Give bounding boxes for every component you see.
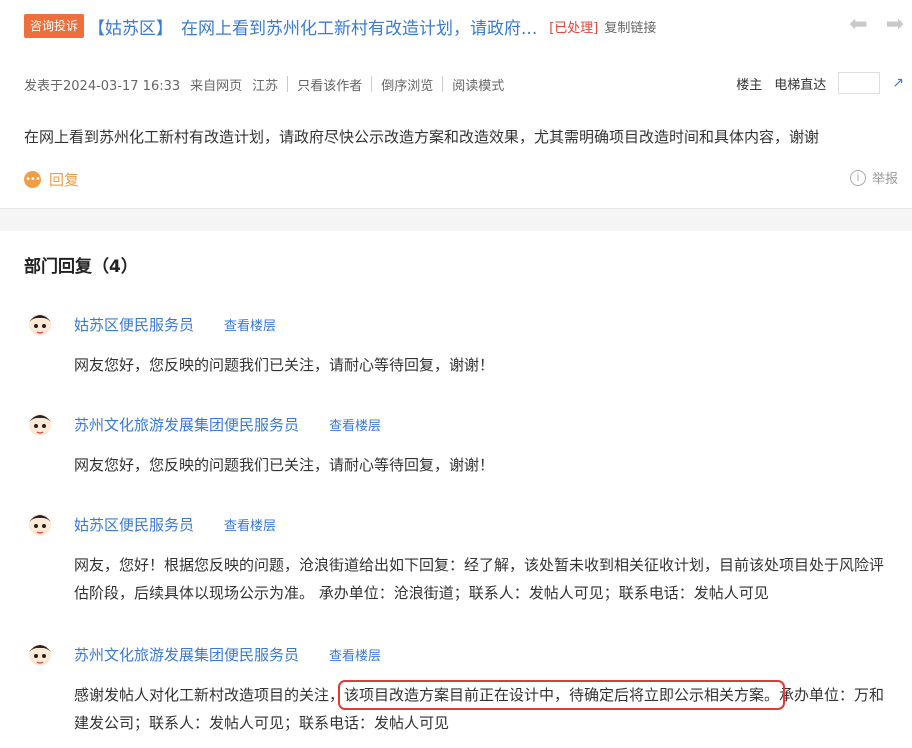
report-button[interactable]: i 举报 bbox=[849, 168, 898, 187]
avatar bbox=[24, 308, 56, 340]
thread-title-row: 咨询投诉 【姑苏区】 在网上看到苏州化工新村有改造计划，请政府... [已处理]… bbox=[24, 10, 904, 42]
post-time: 发表于2024-03-17 16:33 bbox=[24, 78, 181, 94]
post-actions: ••• 回复 i 举报 bbox=[24, 166, 904, 192]
post-source: 来自网页 bbox=[190, 78, 243, 94]
district-label[interactable]: 【姑苏区】 bbox=[88, 14, 173, 39]
dept-reply: 姑苏区便民服务员 查看楼层 网友您好，您反映的问题我们已关注，请耐心等待回复，谢… bbox=[24, 308, 894, 379]
view-floor-link[interactable]: 查看楼层 bbox=[224, 515, 276, 534]
dept-reply: 苏州文化旅游发展集团便民服务员 查看楼层 网友您好，您反映的问题我们已关注，请耐… bbox=[24, 408, 894, 479]
dept-reply: 苏州文化旅游发展集团便民服务员 查看楼层 感谢发帖人对化工新村改造项目的关注，该… bbox=[24, 638, 896, 737]
nav-arrows: ⬅ ➡ bbox=[849, 14, 904, 36]
section-divider bbox=[0, 208, 912, 231]
floor-jump: 楼主 电梯直达 ↗ bbox=[736, 72, 904, 94]
divider bbox=[287, 76, 289, 92]
category-badge: 咨询投诉 bbox=[24, 14, 85, 38]
avatar bbox=[24, 408, 56, 440]
owner-label[interactable]: 楼主 bbox=[736, 74, 762, 93]
divider bbox=[371, 76, 373, 92]
copy-link-button[interactable]: 复制链接 bbox=[604, 17, 656, 36]
dept-reply: 姑苏区便民服务员 查看楼层 网友，您好！根据您反映的问题，沧浪街道给出如下回复：… bbox=[24, 508, 894, 607]
page: 咨询投诉 【姑苏区】 在网上看到苏州化工新村有改造计划，请政府... [已处理]… bbox=[0, 0, 912, 748]
replier-name[interactable]: 苏州文化旅游发展集团便民服务员 bbox=[74, 644, 299, 665]
jump-icon[interactable]: ↗ bbox=[892, 75, 904, 91]
post-meta-row: 发表于2024-03-17 16:33 来自网页 江苏 只看该作者 倒序浏览 阅… bbox=[24, 72, 904, 96]
reply-text-before: 感谢发帖人对化工新村改造项目的关注， bbox=[74, 686, 345, 704]
replier-name[interactable]: 姑苏区便民服务员 bbox=[74, 314, 194, 335]
avatar bbox=[24, 638, 56, 670]
replier-name[interactable]: 苏州文化旅游发展集团便民服务员 bbox=[74, 414, 299, 435]
reply-text: 网友，您好！根据您反映的问题，沧浪街道给出如下回复：经了解，该处暂未收到相关征收… bbox=[74, 556, 885, 602]
view-floor-link[interactable]: 查看楼层 bbox=[329, 415, 381, 434]
avatar bbox=[24, 508, 56, 540]
arrow-right-icon[interactable]: ➡ bbox=[886, 14, 904, 36]
reply-text: 网友您好，您反映的问题我们已关注，请耐心等待回复，谢谢！ bbox=[74, 356, 495, 374]
reverse-order-link[interactable]: 倒序浏览 bbox=[381, 75, 433, 94]
view-floor-link[interactable]: 查看楼层 bbox=[329, 645, 381, 664]
arrow-left-icon[interactable]: ⬅ bbox=[849, 14, 867, 36]
reply-button[interactable]: 回复 bbox=[49, 169, 79, 190]
replier-name[interactable]: 姑苏区便民服务员 bbox=[74, 514, 194, 535]
reply-text: 感谢发帖人对化工新村改造项目的关注，该项目改造方案目前正在设计中，待确定后将立即… bbox=[74, 680, 896, 737]
highlighted-text: 该项目改造方案目前正在设计中，待确定后将立即公示相关方案。 bbox=[338, 680, 786, 710]
author-only-link[interactable]: 只看该作者 bbox=[297, 75, 362, 94]
reply-text: 网友您好，您反映的问题我们已关注，请耐心等待回复，谢谢！ bbox=[74, 456, 495, 474]
report-label: 举报 bbox=[871, 172, 898, 187]
floor-input[interactable] bbox=[838, 72, 881, 94]
thread-title: 在网上看到苏州化工新村有改造计划，请政府... bbox=[181, 18, 538, 39]
reply-icon[interactable]: ••• bbox=[24, 170, 41, 188]
divider bbox=[442, 76, 444, 92]
elevator-label: 电梯直达 bbox=[774, 77, 827, 93]
dept-replies-title: 部门回复（4） bbox=[24, 257, 138, 277]
view-floor-link[interactable]: 查看楼层 bbox=[224, 315, 276, 334]
post-content: 在网上看到苏州化工新村有改造计划，请政府尽快公示改造方案和改造效果，尤其需明确项… bbox=[24, 128, 820, 146]
reading-mode-link[interactable]: 阅读模式 bbox=[452, 75, 504, 94]
info-icon: i bbox=[849, 169, 866, 186]
post-region: 江苏 bbox=[252, 78, 279, 94]
status-badge: [已处理] bbox=[549, 20, 599, 36]
